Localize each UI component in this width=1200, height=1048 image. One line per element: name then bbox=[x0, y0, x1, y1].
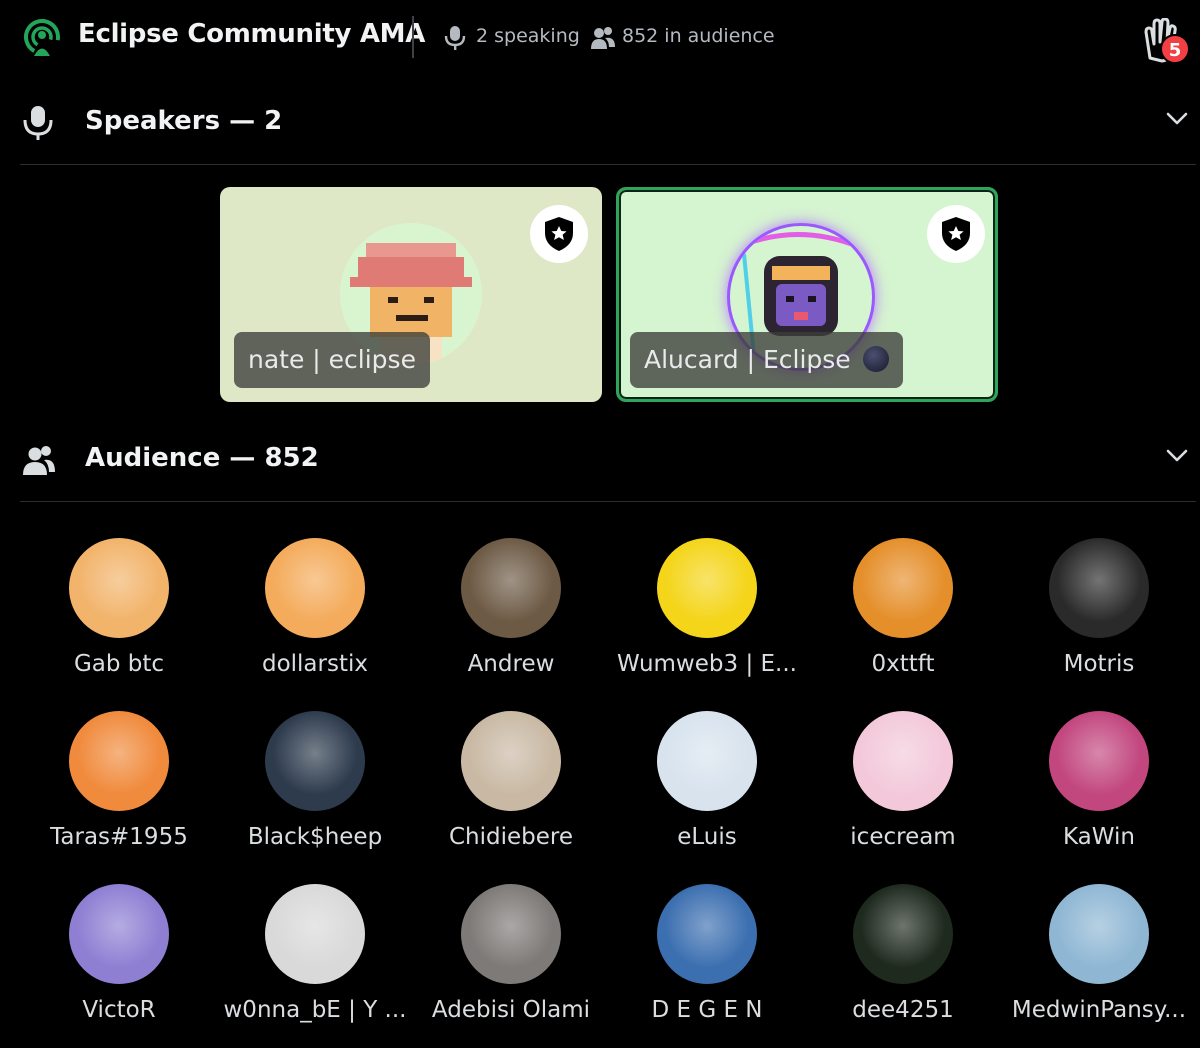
audience-member[interactable]: MedwinPansy... bbox=[1001, 884, 1197, 1044]
audience-member[interactable]: dee4251 bbox=[805, 884, 1001, 1044]
speaker-name: nate | eclipse bbox=[234, 332, 430, 388]
audience-member[interactable]: Taras#1955 bbox=[21, 711, 217, 871]
avatar bbox=[69, 884, 169, 984]
microphone-icon bbox=[23, 106, 53, 140]
avatar bbox=[265, 711, 365, 811]
shield-star-icon bbox=[942, 217, 970, 251]
eclipse-emoji-icon bbox=[862, 346, 889, 372]
audience-member-name: Motris bbox=[1063, 651, 1135, 677]
stage-title: Eclipse Community AMA bbox=[78, 19, 426, 49]
avatar bbox=[657, 884, 757, 984]
avatar bbox=[853, 711, 953, 811]
audience-member[interactable]: Andrew bbox=[413, 538, 609, 698]
avatar bbox=[1049, 538, 1149, 638]
speaker-name-box: Alucard | Eclipse bbox=[630, 332, 903, 388]
audience-member[interactable]: Wumweb3 | E... bbox=[609, 538, 805, 698]
stage-channel-icon bbox=[24, 19, 60, 56]
audience-member-name: w0nna_bE | Y ... bbox=[223, 997, 407, 1023]
avatar bbox=[657, 538, 757, 638]
audience-member-name: Gab btc bbox=[73, 651, 165, 677]
avatar bbox=[1049, 711, 1149, 811]
audience-member-name: Adebisi Olami bbox=[431, 997, 591, 1023]
audience-member[interactable]: dollarstix bbox=[217, 538, 413, 698]
avatar bbox=[461, 711, 561, 811]
microphone-icon bbox=[444, 26, 466, 50]
avatar bbox=[265, 538, 365, 638]
section-divider bbox=[20, 164, 1196, 165]
audience-member[interactable]: Adebisi Olami bbox=[413, 884, 609, 1044]
audience-member[interactable]: Gab btc bbox=[21, 538, 217, 698]
audience-member[interactable]: eLuis bbox=[609, 711, 805, 871]
stage-header: Eclipse Community AMA 2 speaking 852 in … bbox=[0, 0, 1200, 78]
speakers-section-header[interactable]: Speakers — 2 bbox=[0, 92, 1200, 152]
avatar bbox=[461, 538, 561, 638]
shield-star-icon bbox=[545, 217, 573, 251]
audience-member-name: MedwinPansy... bbox=[1011, 997, 1187, 1023]
audience-member-name: Taras#1955 bbox=[50, 824, 188, 850]
audience-member[interactable]: VictoR bbox=[21, 884, 217, 1044]
audience-member[interactable]: Black$heep bbox=[217, 711, 413, 871]
audience-member-name: Black$heep bbox=[247, 824, 383, 850]
avatar bbox=[461, 884, 561, 984]
audience-member-name: 0xttft bbox=[871, 651, 935, 677]
avatar bbox=[69, 538, 169, 638]
audience-member-name: icecream bbox=[850, 824, 956, 850]
speaker-card[interactable]: nate | eclipse bbox=[220, 187, 602, 402]
audience-section-header[interactable]: Audience — 852 bbox=[0, 429, 1200, 489]
audience-member-name: KaWin bbox=[1063, 824, 1135, 850]
audience-member-name: dollarstix bbox=[261, 651, 368, 677]
raised-hands-badge[interactable]: 5 bbox=[1160, 34, 1190, 64]
audience-member-name: VictoR bbox=[82, 997, 156, 1023]
audience-member-name: Chidiebere bbox=[448, 824, 574, 850]
people-icon bbox=[23, 446, 55, 475]
audience-member-name: D E G E N bbox=[651, 997, 763, 1023]
audience-member-name: Wumweb3 | E... bbox=[617, 651, 797, 677]
speaker-name: Alucard | Eclipse bbox=[644, 345, 851, 374]
section-divider bbox=[20, 501, 1196, 502]
avatar bbox=[1049, 884, 1149, 984]
audience-member[interactable]: D E G E N bbox=[609, 884, 805, 1044]
avatar bbox=[69, 711, 169, 811]
speaker-card-active[interactable]: Alucard | Eclipse bbox=[616, 187, 998, 402]
header-divider bbox=[412, 16, 414, 58]
speakers-heading: Speakers — 2 bbox=[85, 106, 283, 136]
audience-member[interactable]: icecream bbox=[805, 711, 1001, 871]
avatar bbox=[265, 884, 365, 984]
audience-member[interactable]: w0nna_bE | Y ... bbox=[217, 884, 413, 1044]
moderator-badge bbox=[530, 205, 588, 263]
audience-member[interactable]: 0xttft bbox=[805, 538, 1001, 698]
audience-member[interactable]: Motris bbox=[1001, 538, 1197, 698]
audience-member[interactable]: Chidiebere bbox=[413, 711, 609, 871]
avatar bbox=[853, 884, 953, 984]
audience-member-name: eLuis bbox=[677, 824, 737, 850]
people-icon bbox=[591, 27, 615, 49]
avatar bbox=[657, 711, 757, 811]
audience-member-name: Andrew bbox=[467, 651, 555, 677]
audience-heading: Audience — 852 bbox=[85, 443, 319, 473]
avatar bbox=[853, 538, 953, 638]
moderator-badge bbox=[927, 205, 985, 263]
chevron-down-icon[interactable] bbox=[1166, 449, 1188, 463]
audience-member[interactable]: KaWin bbox=[1001, 711, 1197, 871]
chevron-down-icon[interactable] bbox=[1166, 112, 1188, 126]
audience-member-name: dee4251 bbox=[852, 997, 954, 1023]
